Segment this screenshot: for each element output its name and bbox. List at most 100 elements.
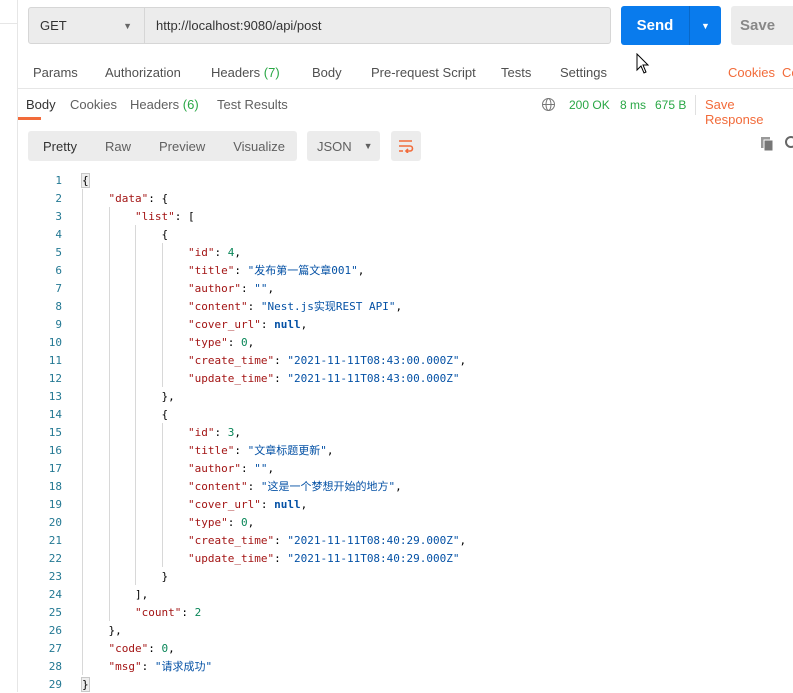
response-tab-test-results[interactable]: Test Results: [217, 97, 288, 112]
indent-guide: [135, 567, 162, 585]
code-token: "发布第一篇文章001": [247, 264, 358, 277]
indent-guide: [82, 261, 109, 279]
globe-icon[interactable]: [541, 97, 556, 112]
tab-authorization[interactable]: Authorization: [105, 65, 181, 80]
indent-guide: [108, 477, 136, 495]
code-token: },: [108, 623, 122, 637]
response-tab-headers[interactable]: Headers (6): [130, 97, 199, 112]
code-line: 19 "cover_url": null,: [0, 495, 466, 513]
code-token: 0: [161, 641, 169, 655]
code-token: ,: [267, 281, 275, 295]
code-token: :: [234, 263, 248, 277]
line-number: 15: [48, 425, 62, 439]
cookies-link[interactable]: Cookies: [728, 65, 775, 80]
indent-guide: [108, 387, 136, 405]
line-number: 20: [48, 515, 62, 529]
code-token: ,: [395, 479, 402, 493]
divider: [18, 88, 793, 89]
code-token: ,: [234, 425, 241, 439]
headers-count: (6): [182, 97, 199, 112]
chevron-down-icon: ▼: [123, 20, 132, 31]
method-value: GET: [40, 18, 67, 33]
tab-label: Params: [33, 65, 78, 80]
code-token: ,: [168, 641, 175, 655]
indent-guide: [82, 621, 109, 639]
indent-guide: [108, 369, 136, 387]
code-link[interactable]: Co: [782, 65, 793, 80]
save-response-button[interactable]: Save Response: [705, 97, 793, 127]
code-line: 8 "content": "Nest.js实现REST API",: [0, 297, 466, 315]
wrap-lines-button[interactable]: [391, 131, 421, 161]
search-icon[interactable]: [784, 136, 793, 152]
mode-pretty[interactable]: Pretty: [28, 139, 90, 154]
indent-guide: [161, 549, 189, 567]
indent-guide: [135, 441, 162, 459]
line-number: 22: [48, 551, 62, 565]
tab-headers[interactable]: Headers (7): [211, 65, 280, 80]
line-number: 23: [48, 569, 62, 583]
line-number: 8: [55, 299, 62, 313]
url-input[interactable]: http://localhost:9080/api/post: [144, 7, 611, 44]
mode-raw[interactable]: Raw: [90, 139, 144, 154]
indent-guide: [108, 603, 136, 621]
url-value: http://localhost:9080/api/post: [156, 18, 322, 33]
line-number: 17: [48, 461, 62, 475]
tab-params[interactable]: Params: [33, 65, 78, 80]
tab-label: Pre-request Script: [371, 65, 476, 80]
indent-guide: [161, 495, 189, 513]
tab-tests[interactable]: Tests: [501, 65, 531, 80]
code-token: "list": [135, 209, 175, 223]
send-button[interactable]: Send ▼: [621, 6, 721, 45]
code-token: :: [227, 515, 241, 529]
indent-guide: [135, 531, 162, 549]
indent-guide: [161, 423, 189, 441]
send-options-chevron-icon[interactable]: ▼: [689, 6, 721, 45]
code-token: :: [274, 371, 288, 385]
code-token: "id": [188, 245, 215, 259]
tab-body[interactable]: Body: [312, 65, 342, 80]
line-number: 16: [48, 443, 62, 457]
code-token: "请求成功": [154, 660, 213, 673]
tab-pre-request-script[interactable]: Pre-request Script: [371, 65, 476, 80]
indent-guide: [108, 207, 136, 225]
code-token: : {: [148, 191, 169, 205]
format-select[interactable]: JSON ▼: [307, 131, 380, 161]
code-line: 25 "count": 2: [0, 603, 466, 621]
indent-guide: [161, 441, 189, 459]
copy-icon[interactable]: [760, 136, 776, 152]
indent-guide: [135, 513, 162, 531]
code-token: "content": [188, 299, 248, 313]
method-select[interactable]: GET ▼: [28, 7, 145, 44]
tab-settings[interactable]: Settings: [560, 65, 607, 80]
mode-visualize[interactable]: Visualize: [218, 139, 298, 154]
code-token: "update_time": [188, 551, 275, 565]
code-token: "cover_url": [188, 317, 261, 331]
code-line: 2 "data": {: [0, 189, 466, 207]
indent-guide: [161, 513, 189, 531]
code-line: 10 "type": 0,: [0, 333, 466, 351]
indent-guide: [108, 279, 136, 297]
indent-guide: [135, 279, 162, 297]
indent-guide: [161, 459, 189, 477]
line-number: 18: [48, 479, 62, 493]
indent-guide: [108, 585, 136, 603]
indent-guide: [82, 531, 109, 549]
code-token: "2021-11-11T08:43:00.000Z": [287, 353, 460, 367]
response-tab-body[interactable]: Body: [26, 97, 56, 112]
code-token: ,: [459, 353, 467, 367]
indent-guide: [108, 441, 136, 459]
line-number: 27: [48, 641, 62, 655]
mode-preview[interactable]: Preview: [144, 139, 218, 154]
save-button[interactable]: Save: [731, 6, 793, 45]
response-tab-cookies[interactable]: Cookies: [70, 97, 117, 112]
line-number: 12: [48, 371, 62, 385]
code-line: 23}: [0, 567, 466, 585]
code-line: 20 "type": 0,: [0, 513, 466, 531]
code-token: },: [161, 389, 175, 403]
line-number: 2: [55, 191, 62, 205]
code-token: ,: [326, 443, 334, 457]
indent-guide: [161, 315, 189, 333]
format-value: JSON: [317, 138, 352, 154]
line-number: 19: [48, 497, 62, 511]
code-line: 27 "code": 0,: [0, 639, 466, 657]
